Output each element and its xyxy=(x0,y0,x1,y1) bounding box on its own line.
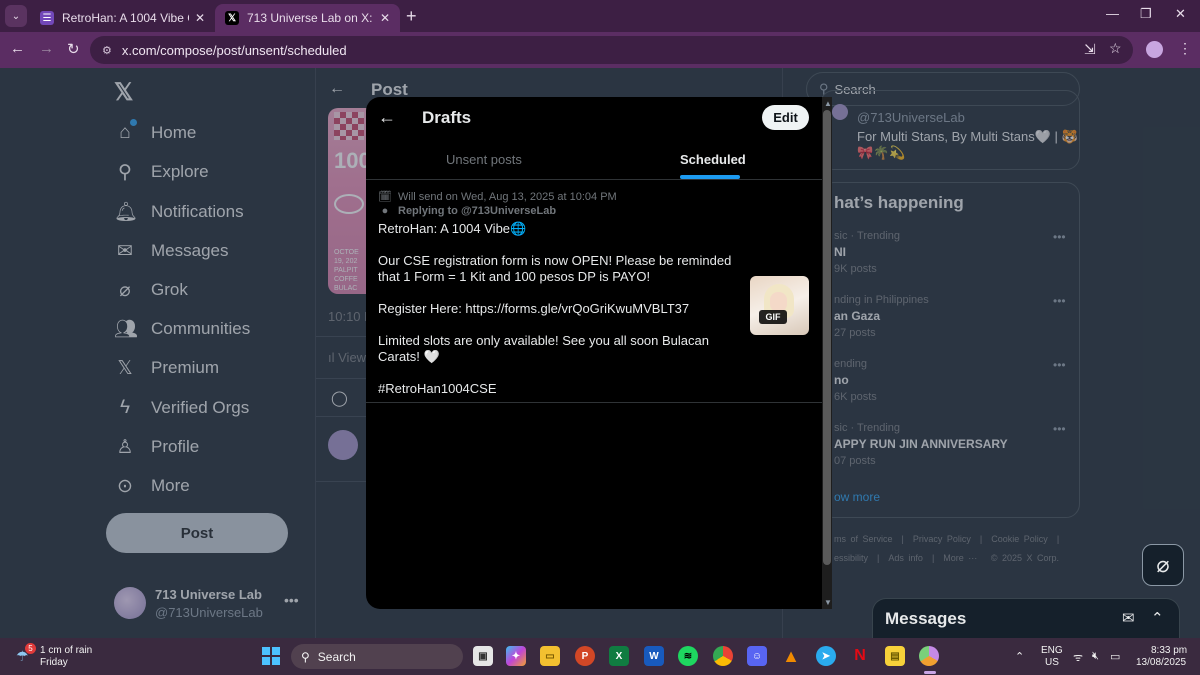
clock-time[interactable]: 8:33 pm xyxy=(1151,645,1187,656)
taskbar-search[interactable]: ⚲ Search xyxy=(291,644,463,669)
expand-drawer-icon[interactable]: ⌃ xyxy=(1151,609,1164,627)
gif-thumbnail[interactable]: GIF xyxy=(750,276,809,335)
bookmark-star-icon[interactable]: ☆ xyxy=(1109,40,1122,57)
copilot-icon[interactable]: ✦ xyxy=(506,646,526,666)
tab-search-chevron-icon[interactable]: ⌄ xyxy=(5,5,27,27)
messages-drawer-title: Messages xyxy=(885,608,967,628)
active-app-indicator xyxy=(924,671,936,674)
reload-icon[interactable]: ↻ xyxy=(67,40,80,58)
search-icon: ⚲ xyxy=(301,649,310,664)
netflix-icon[interactable]: N xyxy=(850,646,870,666)
reply-bubble-icon: ● xyxy=(381,205,389,217)
drafts-modal: ← Drafts Edit Unsent posts Scheduled 🗓︎ W… xyxy=(366,97,822,609)
draft-paragraph: Register Here: https://forms.gle/vrQoGri… xyxy=(378,301,690,316)
divider xyxy=(366,179,822,180)
clock-date: 13/08/2025 xyxy=(1136,657,1187,668)
browser-tab-x[interactable]: 𝕏 713 Universe Lab on X: "RetroHa ✕ xyxy=(215,4,400,32)
edit-button[interactable]: Edit xyxy=(762,105,809,130)
sticky-notes-icon[interactable]: ▤ xyxy=(885,646,905,666)
draft-paragraph: Limited slots are only available! See yo… xyxy=(378,333,709,364)
wifi-icon[interactable]: ᯤ xyxy=(1073,650,1083,665)
draft-paragraph: Our CSE registration form is now OPEN! P… xyxy=(378,253,732,284)
replying-info: ● Replying to @713UniverseLab xyxy=(378,205,556,217)
close-tab-icon[interactable]: ✕ xyxy=(380,11,390,25)
calendar-clock-icon: 🗓︎ xyxy=(378,191,392,203)
replying-text: Replying to @713UniverseLab xyxy=(398,205,557,217)
back-arrow-icon[interactable]: ← xyxy=(378,107,396,128)
forward-icon[interactable]: → xyxy=(39,40,54,57)
weather-text[interactable]: 1 cm of rain xyxy=(40,645,92,656)
draft-paragraph: RetroHan: A 1004 Vibe🌐 xyxy=(378,221,527,236)
tab-unsent-posts[interactable]: Unsent posts xyxy=(446,152,522,167)
forms-icon: ☰ xyxy=(40,11,54,25)
chrome-icon[interactable] xyxy=(713,646,733,666)
address-bar[interactable]: ⚙ x.com/compose/post/unsent/scheduled xyxy=(90,36,1133,64)
x-icon: 𝕏 xyxy=(225,11,239,25)
site-info-icon[interactable]: ⚙ xyxy=(102,44,112,57)
volume-muted-icon[interactable]: 🔇︎ xyxy=(1092,650,1099,663)
powerpoint-icon[interactable]: P xyxy=(575,646,595,666)
gif-figure xyxy=(770,292,787,312)
browser-tab-forms[interactable]: ☰ RetroHan: A 1004 Vibe CSE Ord ✕ xyxy=(30,4,215,32)
discord-icon[interactable]: ☺ xyxy=(747,646,767,666)
close-window-icon[interactable]: ✕ xyxy=(1175,6,1186,22)
chrome-profile-icon[interactable] xyxy=(919,646,939,666)
browser-menu-icon[interactable]: ⋮ xyxy=(1178,40,1192,57)
install-app-icon[interactable]: ⇲ xyxy=(1084,41,1096,58)
schedule-text: Will send on Wed, Aug 13, 2025 at 10:04 … xyxy=(398,191,617,203)
grok-fab-icon[interactable]: ⌀ xyxy=(1142,544,1184,586)
tab-title: RetroHan: A 1004 Vibe CSE Ord xyxy=(62,11,189,25)
new-message-icon[interactable]: ✉ xyxy=(1122,609,1135,627)
vlc-icon[interactable]: ▲ xyxy=(781,646,801,666)
scroll-up-icon[interactable]: ▲ xyxy=(824,99,832,108)
back-icon[interactable]: ← xyxy=(10,40,25,57)
divider xyxy=(366,402,822,403)
windows-start-icon[interactable] xyxy=(262,647,280,665)
modal-title: Drafts xyxy=(422,108,472,127)
file-explorer-icon[interactable]: ▭ xyxy=(540,646,560,666)
excel-icon[interactable]: X xyxy=(609,646,629,666)
screen: ⌄ ☰ RetroHan: A 1004 Vibe CSE Ord ✕ 𝕏 71… xyxy=(0,0,1200,675)
scrollbar-thumb[interactable] xyxy=(823,110,831,565)
url-text: x.com/compose/post/unsent/scheduled xyxy=(121,42,347,58)
scroll-down-icon[interactable]: ▼ xyxy=(824,598,832,607)
browser-profile-avatar[interactable] xyxy=(1146,41,1163,58)
tab-title: 713 Universe Lab on X: "RetroHa xyxy=(247,11,374,25)
spotify-icon[interactable]: ≋ xyxy=(678,646,698,666)
weather-day: Friday xyxy=(40,657,68,668)
battery-icon[interactable]: ▭ xyxy=(1110,650,1120,663)
minimize-icon[interactable]: — xyxy=(1106,6,1119,21)
close-tab-icon[interactable]: ✕ xyxy=(195,11,205,25)
gif-badge: GIF xyxy=(759,310,787,324)
draft-paragraph: #RetroHan1004CSE xyxy=(378,381,497,396)
draft-text[interactable]: RetroHan: A 1004 Vibe🌐 Our CSE registrat… xyxy=(378,221,738,413)
word-icon[interactable]: W xyxy=(644,646,664,666)
language-label[interactable]: ENG xyxy=(1041,645,1063,656)
new-tab-button[interactable]: + xyxy=(406,6,417,27)
schedule-info: 🗓︎ Will send on Wed, Aug 13, 2025 at 10:0… xyxy=(378,190,617,203)
language-region: US xyxy=(1045,657,1059,668)
tray-chevron-icon[interactable]: ⌃ xyxy=(1015,650,1024,663)
tab-scheduled[interactable]: Scheduled xyxy=(680,152,746,167)
telegram-icon[interactable]: ➤ xyxy=(816,646,836,666)
restore-icon[interactable]: ❐ xyxy=(1140,6,1152,22)
task-view-icon[interactable]: ▣ xyxy=(473,646,493,666)
weather-badge: 5 xyxy=(25,643,36,654)
taskbar-search-label: Search xyxy=(317,649,356,664)
